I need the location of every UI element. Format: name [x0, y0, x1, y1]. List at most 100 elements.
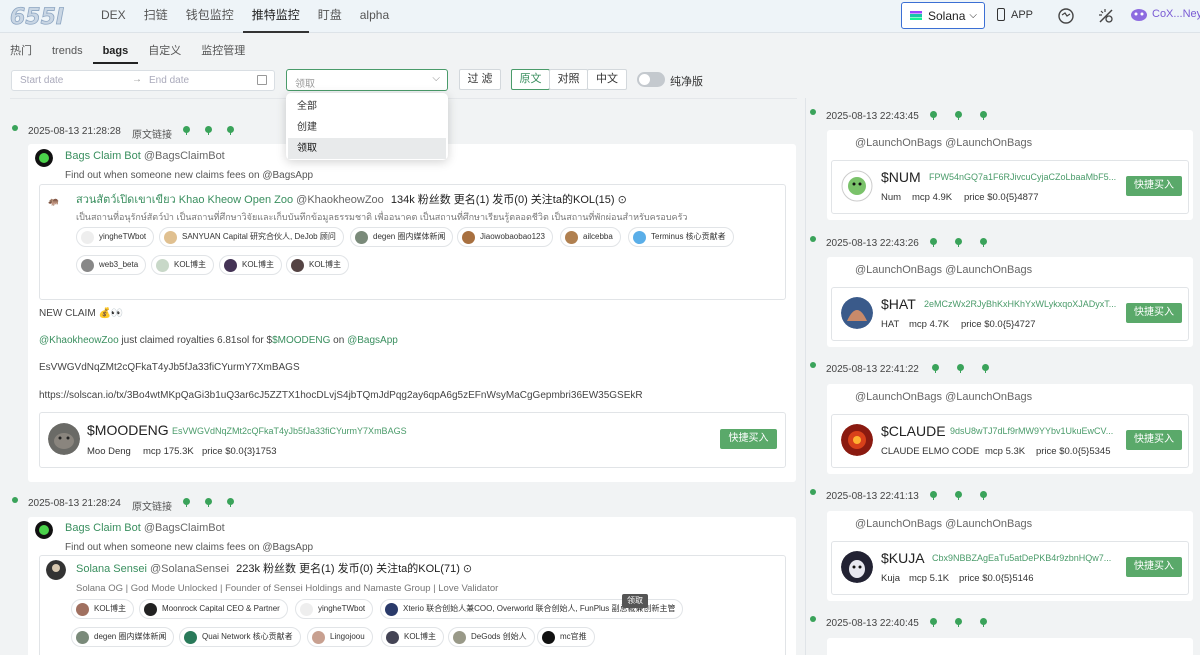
lang-original-button[interactable]: 原文 — [511, 69, 550, 90]
claim-token-link[interactable]: $MOODENG — [272, 335, 330, 346]
pin-icon[interactable] — [205, 126, 212, 135]
kol-chip[interactable]: Lingojoou — [307, 627, 373, 647]
nav-dex[interactable]: DEX — [92, 0, 135, 33]
pin-icon[interactable] — [930, 618, 937, 627]
kol-chip[interactable]: KOL博主 — [151, 255, 215, 275]
nav-scan[interactable]: 扫链 — [135, 0, 177, 33]
quick-buy-button[interactable]: 快捷买入 — [1126, 557, 1182, 577]
pin-icon[interactable] — [980, 618, 987, 627]
kol-chip[interactable]: Terminus 核心贡献者 — [628, 227, 734, 247]
lang-chinese-button[interactable]: 中文 — [587, 69, 627, 90]
token-symbol[interactable]: $MOODENG — [87, 422, 169, 438]
pin-icon[interactable] — [227, 126, 234, 135]
kol-chip[interactable]: KOL博主 — [381, 627, 445, 647]
pin-icon[interactable] — [955, 238, 962, 247]
site-logo[interactable]: 655I — [10, 5, 76, 27]
kol-chip[interactable]: mc官推 — [537, 627, 595, 647]
dropdown-option-claim[interactable]: 领取 — [288, 138, 446, 159]
end-date-input[interactable]: End date — [149, 75, 189, 86]
date-range-picker[interactable]: Start date → End date — [11, 70, 275, 91]
tab-custom[interactable]: 自定义 — [138, 40, 191, 64]
tab-monitor-manage[interactable]: 监控管理 — [191, 40, 255, 64]
kol-chip[interactable]: degen 圈内媒体新闻 — [71, 627, 175, 647]
quick-buy-button[interactable]: 快捷买入 — [1126, 176, 1182, 196]
kol-chip[interactable]: DeGods 创始人 — [448, 627, 535, 647]
launch-account[interactable]: @LaunchOnBags @LaunchOnBags — [855, 137, 1032, 149]
pin-icon[interactable] — [955, 491, 962, 500]
pin-icon[interactable] — [930, 491, 937, 500]
nav-watch[interactable]: 盯盘 — [309, 0, 351, 33]
tab-hot[interactable]: 热门 — [0, 40, 42, 64]
token-contract-address[interactable]: 9dsU8wTJ7dLf9rMW9YYbv1UkuEwCV... — [950, 426, 1113, 436]
pin-icon[interactable] — [205, 498, 212, 507]
token-symbol[interactable]: $CLAUDE — [881, 423, 946, 439]
kol-chip[interactable]: KOL博主 — [219, 255, 283, 275]
token-contract-address[interactable]: EsVWGVdNqZMt2cQFkaT4yJb5fJa33fiCYurmY7Xm… — [172, 426, 407, 436]
launch-account[interactable]: @LaunchOnBags @LaunchOnBags — [855, 391, 1032, 403]
kol-chip[interactable]: KOL博主 — [286, 255, 350, 275]
kol-chip[interactable]: Moonrock Capital CEO & Partner — [139, 599, 288, 619]
kol-chip[interactable]: Jiaowobaobao123 — [457, 227, 553, 247]
pin-icon[interactable] — [980, 111, 987, 120]
pin-icon[interactable] — [980, 238, 987, 247]
claim-app-link[interactable]: @BagsApp — [347, 335, 398, 346]
chain-selector[interactable]: Solana ⌵ — [901, 2, 985, 29]
tab-trends[interactable]: trends — [42, 40, 93, 64]
nav-wallet-monitor[interactable]: 钱包监控 — [177, 0, 243, 33]
account-header[interactable]: สวนสัตว์เปิดเขาเขียว Khao Kheow Open Zoo… — [76, 190, 627, 208]
token-contract-address[interactable]: Cbx9NBBZAgEaTu5atDePKB4r9zbnHQw7... — [932, 553, 1111, 563]
pure-mode-toggle[interactable] — [637, 72, 665, 87]
quick-buy-button[interactable]: 快捷买入 — [720, 429, 777, 449]
token-symbol[interactable]: $KUJA — [881, 550, 925, 566]
pin-icon[interactable] — [930, 238, 937, 247]
pin-icon[interactable] — [183, 498, 190, 507]
pin-icon[interactable] — [932, 364, 939, 373]
kol-chip[interactable]: web3_beta — [76, 255, 147, 275]
quick-buy-button[interactable]: 快捷买入 — [1126, 430, 1182, 450]
kol-avatar — [156, 259, 169, 272]
account-bio: เป็นสถานที่อนุรักษ์สัตว์ป่า เป็นสถานที่ศ… — [76, 212, 688, 222]
source-link[interactable]: 原文链接 — [132, 126, 172, 141]
pin-icon[interactable] — [955, 111, 962, 120]
token-contract-address[interactable]: 2eMCzWx2RJyBhKxHKhYxWLykxqoXJADyxT... — [924, 299, 1116, 309]
kol-chip[interactable]: Quai Network 核心贡献者 — [179, 627, 301, 647]
filter-button[interactable]: 过 滤 — [459, 69, 501, 90]
launch-account[interactable]: @LaunchOnBags @LaunchOnBags — [855, 518, 1032, 530]
claim-user-link[interactable]: @KhaokheowZoo — [39, 335, 119, 346]
token-symbol[interactable]: $NUM — [881, 169, 921, 185]
token-contract-address[interactable]: FPW54nGQ7a1F6RJivcuCyjaCZoLbaaMbF5... — [929, 172, 1116, 182]
language-icon[interactable] — [1057, 7, 1075, 25]
pin-icon[interactable] — [980, 491, 987, 500]
theme-toggle-icon[interactable] — [1097, 7, 1115, 25]
nav-alpha[interactable]: alpha — [351, 0, 398, 33]
tab-bags[interactable]: bags — [92, 40, 139, 64]
pin-icon[interactable] — [183, 126, 190, 135]
lang-compare-button[interactable]: 对照 — [549, 69, 588, 90]
account-header[interactable]: Solana Sensei @SolanaSensei 223k 粉丝数 更名(… — [76, 560, 472, 576]
dropdown-option-all[interactable]: 全部 — [288, 96, 446, 117]
start-date-input[interactable]: Start date — [20, 75, 63, 86]
pin-icon[interactable] — [930, 111, 937, 120]
token-symbol[interactable]: $HAT — [881, 296, 916, 312]
user-account[interactable]: CoX...Ney — [1130, 7, 1200, 21]
claim-type-dropdown: 全部 创建 领取 — [286, 93, 448, 160]
kol-chip[interactable]: KOL博主 — [71, 599, 135, 619]
claim-tx-link[interactable]: https://solscan.io/tx/3Bo4wtMKpQaGi3b1uQ… — [39, 390, 643, 401]
bot-name[interactable]: Bags Claim Bot @BagsClaimBot — [65, 522, 225, 534]
dropdown-option-create[interactable]: 创建 — [288, 117, 446, 138]
pin-icon[interactable] — [227, 498, 234, 507]
kol-chip[interactable]: yingheTWbot — [295, 599, 374, 619]
bot-name[interactable]: Bags Claim Bot @BagsClaimBot — [65, 150, 225, 162]
kol-chip[interactable]: degen 圈内媒体新闻 — [350, 227, 454, 247]
nav-twitter-monitor[interactable]: 推特监控 — [242, 0, 309, 33]
pin-icon[interactable] — [957, 364, 964, 373]
launch-account[interactable]: @LaunchOnBags @LaunchOnBags — [855, 264, 1032, 276]
claim-type-select[interactable]: 领取 ⌵ — [286, 69, 448, 91]
pin-icon[interactable] — [955, 618, 962, 627]
pin-icon[interactable] — [982, 364, 989, 373]
source-link[interactable]: 原文链接 — [132, 498, 172, 513]
quick-buy-button[interactable]: 快捷买入 — [1126, 303, 1182, 323]
kol-chip[interactable]: ailcebba — [560, 227, 621, 247]
app-link[interactable]: APP — [997, 8, 1033, 21]
kol-chip[interactable]: yingheTWbot — [76, 227, 155, 247]
